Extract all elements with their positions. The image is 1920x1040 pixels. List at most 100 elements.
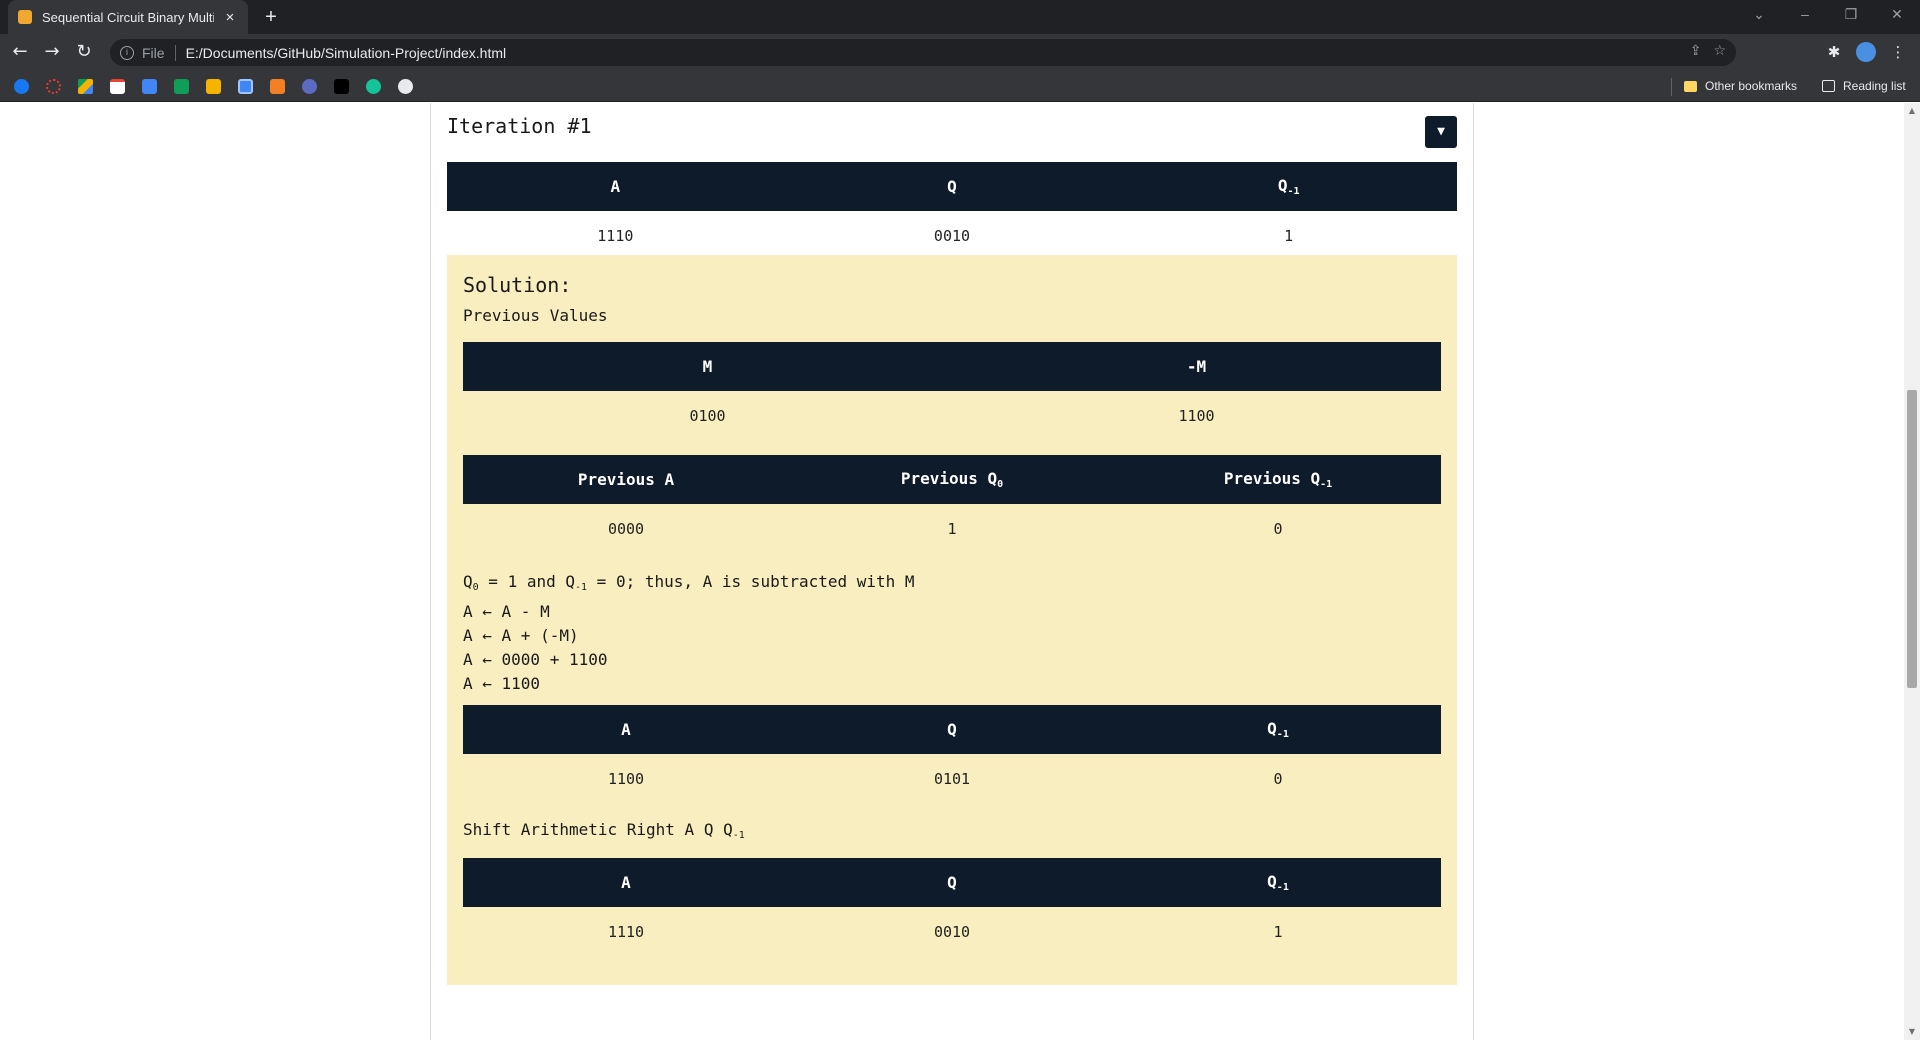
back-button[interactable]: ←: [6, 38, 34, 66]
leetcode-bookmark-icon[interactable]: [334, 79, 349, 94]
share-icon[interactable]: ⇪: [1690, 43, 1702, 59]
cell-a: 1110: [597, 226, 634, 245]
address-bar[interactable]: i File E:/Documents/GitHub/Simulation-Pr…: [110, 39, 1736, 66]
explanation-line-2: A ← A - M: [463, 602, 550, 621]
column-header-a: A: [463, 858, 789, 907]
column-header-q: Q: [783, 162, 1121, 211]
cell-m: 0100: [689, 406, 726, 425]
column-header-previous-q0: Previous Q0: [789, 455, 1115, 504]
favicon-icon: [18, 10, 32, 24]
column-header-m: M: [463, 342, 952, 391]
other-bookmarks-label: Other bookmarks: [1705, 79, 1798, 93]
forward-button[interactable]: →: [38, 38, 66, 66]
slides-bookmark-icon[interactable]: [206, 79, 221, 94]
page-scrollbar[interactable]: ▲ ▼: [1904, 103, 1920, 1040]
profile-avatar[interactable]: [1856, 42, 1876, 62]
url-scheme-label: File: [142, 44, 176, 61]
globe-bookmark-icon[interactable]: [398, 79, 413, 94]
cell-previous-a: 0000: [607, 519, 645, 538]
browser-toolbar: ← → ↻ i File E:/Documents/GitHub/Simulat…: [0, 34, 1920, 70]
menu-icon[interactable]: ⋮: [1886, 40, 1910, 64]
cell-q-1: 0: [1273, 769, 1283, 788]
cell-previous-q0: 1: [947, 519, 957, 538]
column-header-previous-q-1: Previous Q-1: [1115, 455, 1441, 504]
cell-neg-m: 1100: [1178, 406, 1215, 425]
bookmarks-bar: Other bookmarks Reading list: [0, 70, 1920, 102]
cell-previous-q-1: 0: [1273, 519, 1283, 538]
tab-close-icon[interactable]: ×: [222, 9, 238, 26]
solution-title: Solution:: [463, 273, 572, 297]
translate-bookmark-icon[interactable]: [238, 79, 253, 94]
previous-values-table: Previous A Previous Q0 Previous Q-1 0000…: [463, 455, 1441, 553]
bookmarks-divider: [1671, 78, 1672, 96]
explanation-line-1: Q0 = 1 and Q-1 = 0; thus, A is subtracte…: [463, 572, 915, 593]
c-bookmark-icon[interactable]: [302, 79, 317, 94]
sheets-bookmark-icon[interactable]: [174, 79, 189, 94]
iteration-title: Iteration #1: [447, 114, 592, 138]
column-header-neg-m: -M: [952, 342, 1441, 391]
after-subtract-table: A Q Q-1 1100 0101 0: [463, 705, 1441, 803]
scroll-up-icon[interactable]: ▲: [1907, 106, 1917, 116]
cell-a: 1110: [607, 922, 645, 941]
table-row: 0000 1 0: [463, 504, 1441, 553]
iteration-card: Iteration #1 ▼ A Q Q-1 1110 0010 1 Solut…: [430, 103, 1474, 1040]
restore-button[interactable]: ❐: [1828, 0, 1874, 30]
stackoverflow-bookmark-icon[interactable]: [270, 79, 285, 94]
explanation-line-3: A ← A + (-M): [463, 626, 579, 645]
bookmark-star-icon[interactable]: ☆: [1713, 43, 1726, 59]
other-bookmarks-folder[interactable]: Other bookmarks: [1684, 76, 1797, 96]
cell-a: 1100: [607, 769, 645, 788]
folder-icon: [1684, 80, 1697, 92]
column-header-a: A: [447, 162, 784, 211]
explanation-text: Q0 = 1 and Q-1 = 0; thus, A is subtracte…: [463, 570, 915, 696]
column-header-q: Q: [789, 858, 1115, 907]
explanation-line-4: A ← 0000 + 1100: [463, 650, 608, 669]
page-viewport: Iteration #1 ▼ A Q Q-1 1110 0010 1 Solut…: [0, 103, 1904, 1040]
scroll-down-icon[interactable]: ▼: [1907, 1027, 1917, 1037]
table-row: 1110 0010 1: [463, 907, 1441, 956]
cell-q: 0101: [933, 769, 971, 788]
info-icon[interactable]: i: [120, 45, 134, 60]
reading-list-button[interactable]: Reading list: [1822, 76, 1906, 96]
collapse-toggle-button[interactable]: ▼: [1425, 116, 1457, 148]
cell-q-1: 1: [1273, 922, 1283, 941]
gmail-bookmark-icon[interactable]: [110, 79, 125, 94]
solution-panel: Solution: Previous Values M -M 0100 1100: [447, 255, 1457, 985]
drive-bookmark-icon[interactable]: [78, 79, 93, 94]
column-header-q: Q: [789, 705, 1115, 754]
table-row: 0100 1100: [463, 391, 1441, 440]
reading-list-label: Reading list: [1843, 79, 1906, 93]
opera-bookmark-icon[interactable]: [46, 79, 61, 94]
facebook-bookmark-icon[interactable]: [14, 79, 29, 94]
browser-tab[interactable]: Sequential Circuit Binary Multiplic ×: [8, 0, 248, 34]
column-header-q-1: Q-1: [1115, 705, 1441, 754]
new-tab-button[interactable]: +: [258, 4, 284, 30]
column-header-q-1: Q-1: [1115, 858, 1441, 907]
grammarly-bookmark-icon[interactable]: [366, 79, 381, 94]
tab-search-icon[interactable]: ⌄: [1736, 0, 1782, 30]
column-header-q-1: Q-1: [1120, 162, 1457, 211]
tab-title: Sequential Circuit Binary Multiplic: [42, 9, 214, 25]
explanation-line-5: A ← 1100: [463, 674, 541, 693]
extensions-icon[interactable]: ✱: [1822, 40, 1846, 64]
table-row: 1110 0010 1: [447, 211, 1457, 260]
scrollbar-thumb[interactable]: [1907, 390, 1917, 688]
docs-bookmark-icon[interactable]: [142, 79, 157, 94]
cell-q: 0010: [933, 922, 971, 941]
cell-q: 0010: [933, 226, 971, 245]
previous-values-label: Previous Values: [463, 306, 608, 325]
table-row: 1100 0101 0: [463, 754, 1441, 803]
column-header-a: A: [463, 705, 789, 754]
minimize-button[interactable]: –: [1782, 0, 1828, 30]
cell-q-1: 1: [1284, 226, 1294, 245]
close-window-button[interactable]: ✕: [1874, 0, 1920, 30]
chevron-down-icon: ▼: [1437, 124, 1445, 139]
shift-label: Shift Arithmetic Right A Q Q-1: [463, 820, 745, 841]
url-text[interactable]: E:/Documents/GitHub/Simulation-Project/i…: [186, 45, 507, 61]
after-shift-table: A Q Q-1 1110 0010 1: [463, 858, 1441, 956]
reading-list-icon: [1822, 80, 1835, 92]
column-header-previous-a: Previous A: [463, 455, 789, 504]
tab-strip: Sequential Circuit Binary Multiplic × + …: [0, 0, 1920, 34]
reload-button[interactable]: ↻: [70, 38, 98, 66]
iteration-result-table: A Q Q-1 1110 0010 1: [447, 162, 1457, 260]
